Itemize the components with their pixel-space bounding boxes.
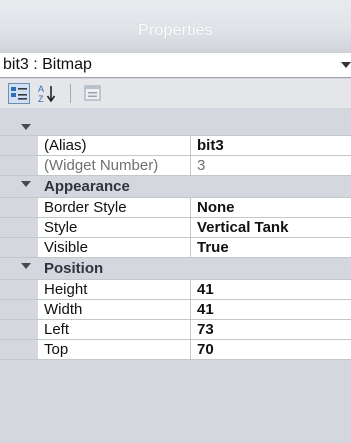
category-row-position[interactable]: Position [0, 258, 351, 280]
property-row-alias[interactable]: (Alias) bit3 [0, 136, 351, 156]
svg-text:Z: Z [38, 94, 44, 104]
property-grid: (Alias) bit3 (Widget Number) 3 Appearanc… [0, 110, 351, 360]
property-name-visible: Visible [38, 238, 191, 257]
property-row-height[interactable]: Height 41 [0, 280, 351, 300]
property-row-widget-number[interactable]: (Widget Number) 3 [0, 156, 351, 176]
alphabetical-icon: A Z [38, 84, 56, 104]
property-row-left[interactable]: Left 73 [0, 320, 351, 340]
property-row-width[interactable]: Width 41 [0, 300, 351, 320]
property-name-top: Top [38, 340, 191, 359]
property-name-alias: (Alias) [38, 136, 191, 155]
category-row-appearance[interactable]: Appearance [0, 176, 351, 198]
toolbar-separator [70, 84, 71, 103]
property-pages-icon [84, 85, 101, 101]
panel-title-bar: Properties [0, 0, 351, 54]
property-name-widget-number: (Widget Number) [38, 156, 191, 175]
property-name-border-style: Border Style [38, 198, 191, 217]
property-toolbar: A Z [0, 79, 351, 108]
collapse-triangle-icon[interactable] [21, 124, 31, 130]
property-value-visible[interactable]: True [191, 238, 351, 257]
grid-gutter [0, 320, 38, 339]
property-value-alias[interactable]: bit3 [191, 136, 351, 155]
category-row-general[interactable] [0, 110, 351, 136]
property-name-width: Width [38, 300, 191, 319]
property-row-top[interactable]: Top 70 [0, 340, 351, 360]
collapse-triangle-icon[interactable] [21, 263, 31, 269]
property-pages-button[interactable] [82, 83, 104, 104]
property-value-top[interactable]: 70 [191, 340, 351, 359]
property-value-style[interactable]: Vertical Tank [191, 218, 351, 237]
grid-gutter [0, 218, 38, 237]
property-row-visible[interactable]: Visible True [0, 238, 351, 258]
grid-gutter [0, 280, 38, 299]
panel-title: Properties [138, 22, 213, 39]
object-selector[interactable]: bit3 : Bitmap [0, 53, 351, 78]
category-label-appearance: Appearance [44, 178, 130, 195]
alphabetical-button[interactable]: A Z [36, 83, 58, 104]
grid-gutter [0, 110, 38, 135]
property-value-height[interactable]: 41 [191, 280, 351, 299]
grid-gutter [0, 198, 38, 217]
property-name-left: Left [38, 320, 191, 339]
property-name-height: Height [38, 280, 191, 299]
category-label-position: Position [44, 260, 104, 277]
categorized-button[interactable] [8, 83, 30, 104]
property-value-widget-number: 3 [191, 156, 351, 175]
dropdown-arrow-icon[interactable] [341, 62, 351, 68]
grid-gutter [0, 340, 38, 359]
property-row-style[interactable]: Style Vertical Tank [0, 218, 351, 238]
svg-text:A: A [38, 84, 44, 94]
property-row-border-style[interactable]: Border Style None [0, 198, 351, 218]
grid-gutter [0, 238, 38, 257]
property-value-left[interactable]: 73 [191, 320, 351, 339]
grid-gutter [0, 156, 38, 175]
categorized-icon [11, 87, 27, 100]
property-value-width[interactable]: 41 [191, 300, 351, 319]
grid-gutter [0, 300, 38, 319]
grid-gutter [0, 136, 38, 155]
property-value-border-style[interactable]: None [191, 198, 351, 217]
properties-panel: Properties bit3 : Bitmap A Z (Alias) bit… [0, 0, 351, 443]
collapse-triangle-icon[interactable] [21, 181, 31, 187]
property-name-style: Style [38, 218, 191, 237]
object-selector-value: bit3 : Bitmap [3, 56, 92, 73]
